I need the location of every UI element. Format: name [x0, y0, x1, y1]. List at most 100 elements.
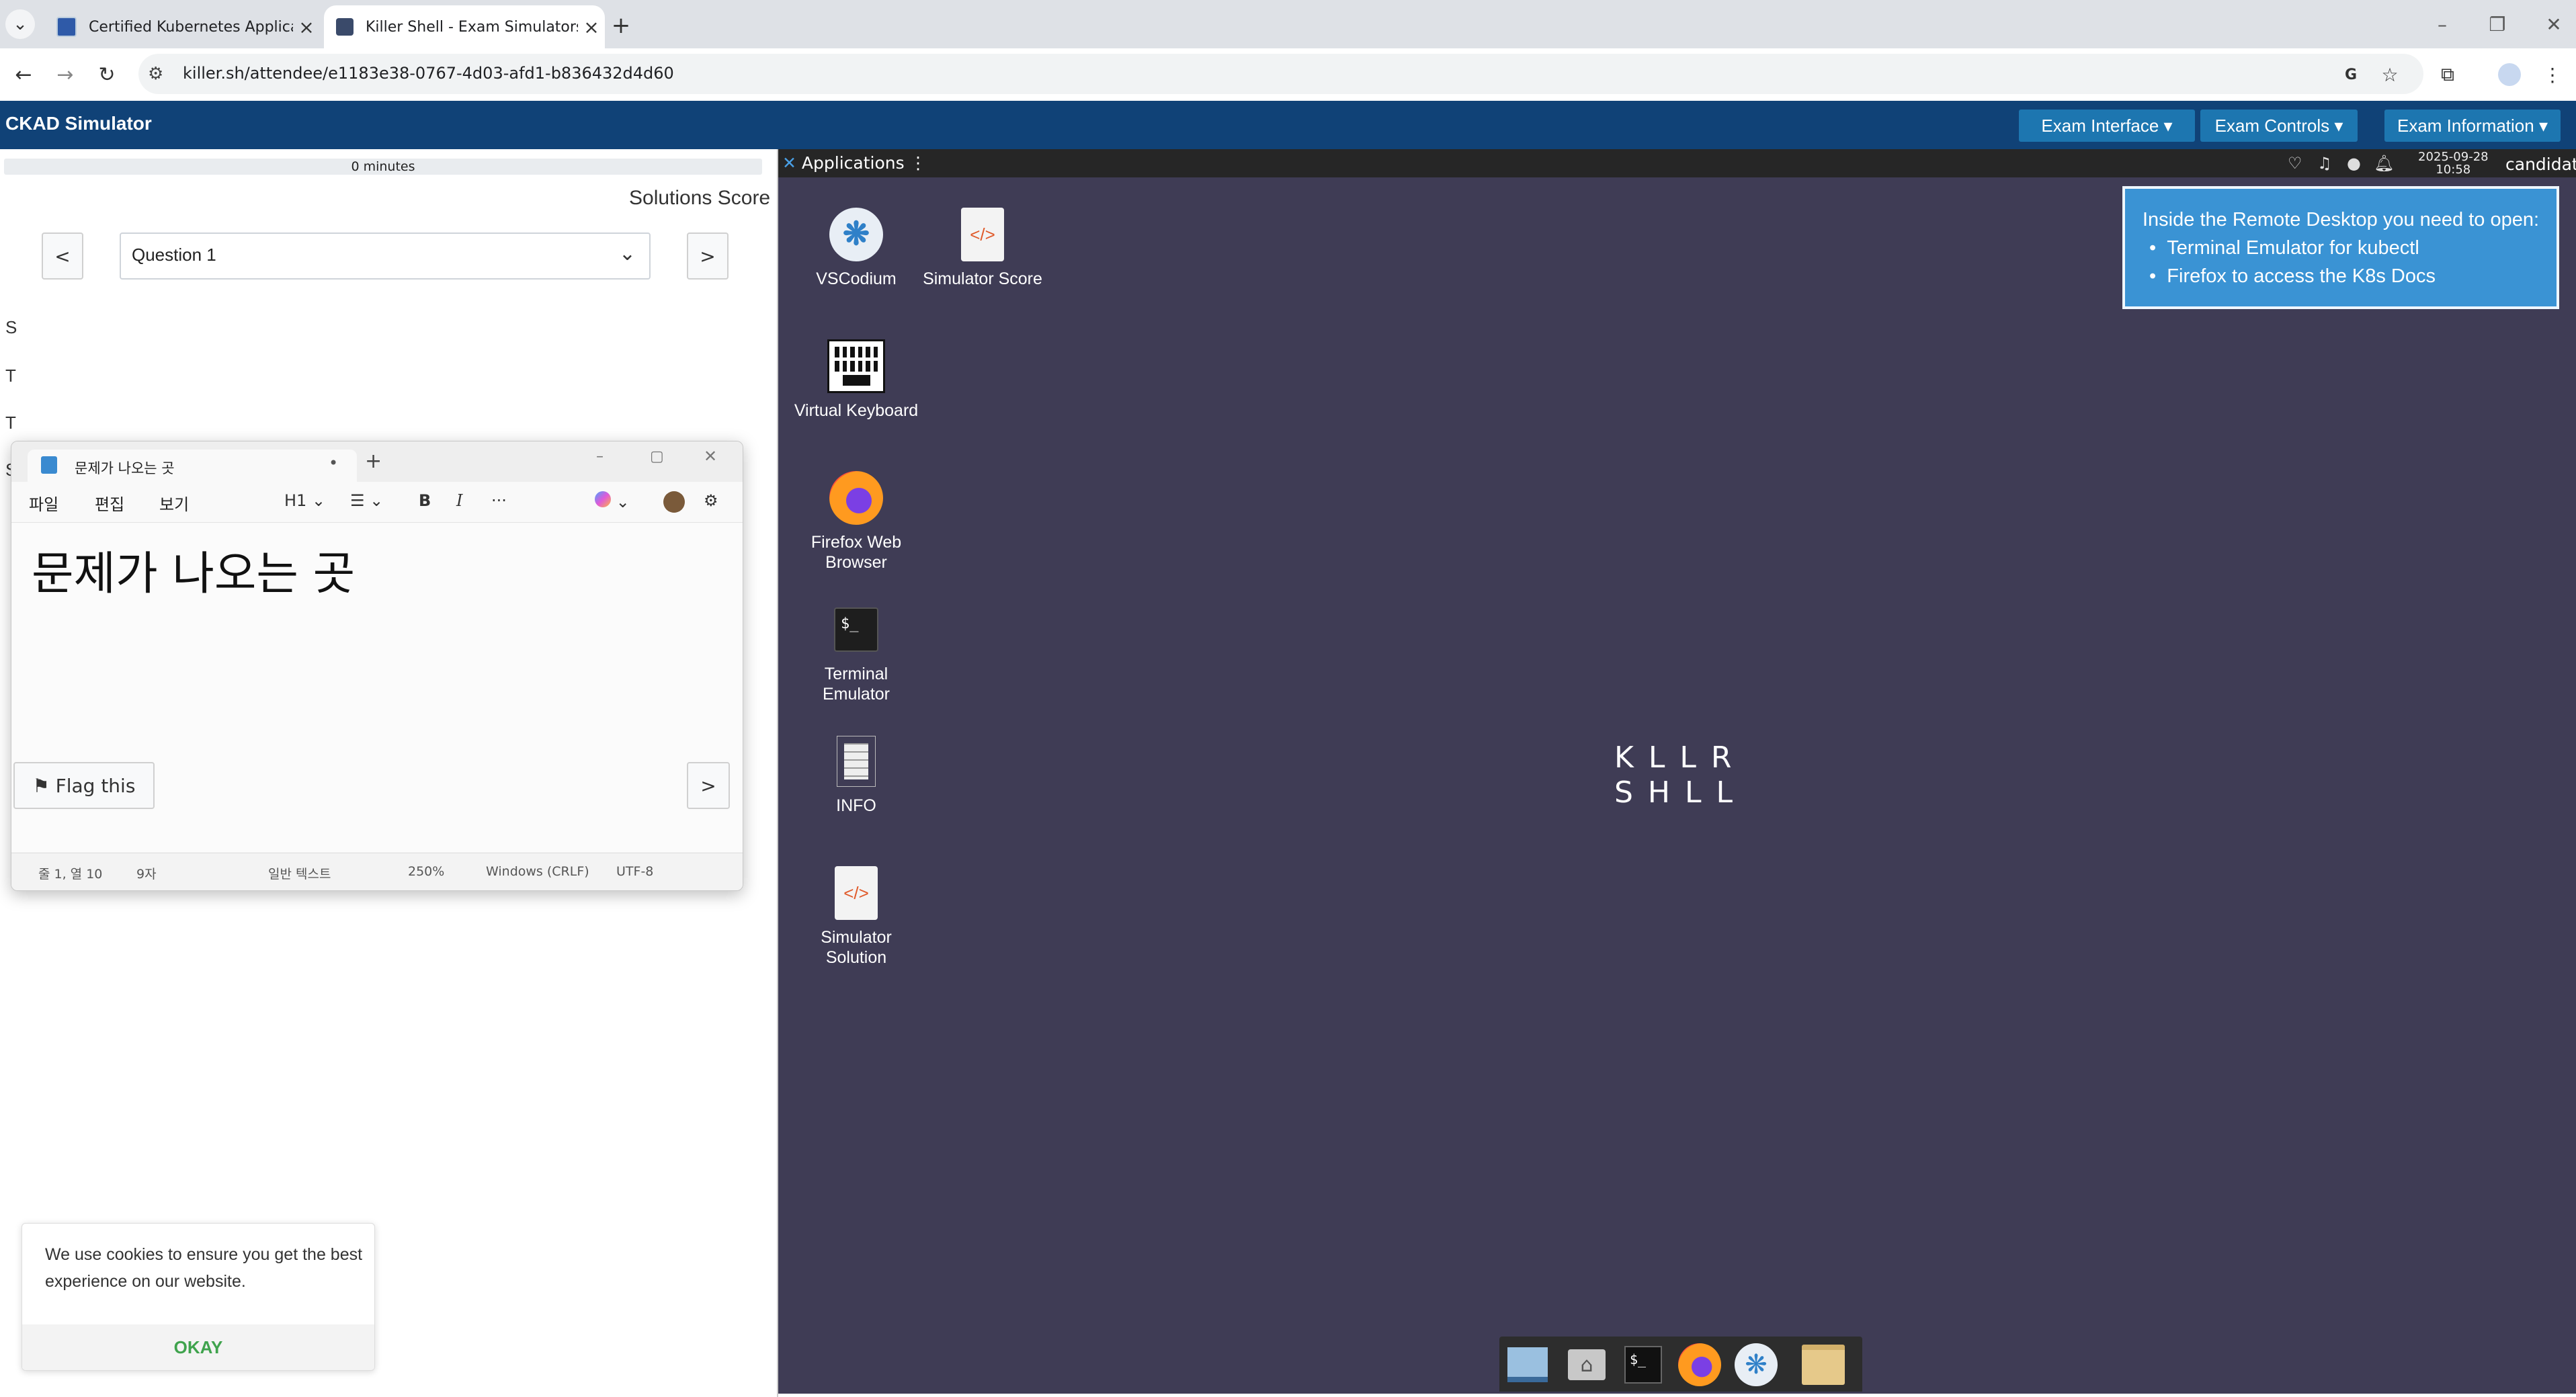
desktop-icon-label: INFO — [836, 796, 876, 815]
status-line-ending: Windows (CRLF) — [486, 864, 589, 879]
translate-button[interactable]: G — [2335, 59, 2367, 90]
question-select[interactable]: Question 1 ⌄ — [120, 232, 651, 280]
next-question-button-bottom[interactable]: > — [687, 762, 730, 809]
desktop-icon-simulator-score[interactable]: </> Simulator Score — [915, 206, 1050, 289]
panel-clock[interactable]: 2025-09-28 10:58 — [2418, 151, 2489, 176]
terminal-icon[interactable]: $_ — [1622, 1343, 1665, 1386]
more-horiz-icon: ··· — [491, 491, 507, 510]
cookie-okay-button[interactable]: OKAY — [22, 1324, 374, 1370]
more-options-button[interactable]: ··· — [491, 491, 507, 510]
prev-question-button[interactable]: < — [42, 232, 83, 280]
notifications-bell-icon[interactable]: 🔔︎ — [2374, 154, 2394, 173]
menu-edit[interactable]: 편집 — [95, 491, 124, 515]
desktop-icon-terminal[interactable]: $_ Terminal Emulator — [789, 601, 923, 704]
avatar-icon — [2498, 63, 2521, 86]
chevron-down-icon: ⌄ — [616, 493, 630, 511]
kubernetes-favicon-icon — [56, 17, 77, 37]
address-bar[interactable]: ⚙ killer.sh/attendee/e1183e38-0767-4d03-… — [138, 54, 2423, 94]
desktop-icon-info[interactable]: INFO — [789, 732, 923, 816]
clock-date: 2025-09-28 — [2418, 150, 2489, 164]
notepad-tab[interactable]: 문제가 나오는 곳 • — [28, 450, 357, 482]
desktop-icon-label: Firefox Web Browser — [811, 533, 902, 572]
forward-button[interactable]: → — [50, 59, 81, 90]
exam-controls-menu[interactable]: Exam Controls ▾ — [2200, 110, 2358, 142]
mute-icon[interactable]: ♫ — [2317, 154, 2332, 173]
bookmark-button[interactable]: ☆ — [2374, 59, 2406, 90]
maximize-icon[interactable]: ▢ — [650, 448, 664, 465]
minimize-icon: – — [2438, 13, 2447, 36]
settings-button[interactable]: ⚙ — [704, 491, 718, 510]
minimize-button[interactable]: – — [2422, 9, 2462, 39]
desktop-icon-simulator-solution[interactable]: </> Simulator Solution — [789, 864, 923, 968]
flag-question-button[interactable]: ⚑ Flag this — [13, 762, 155, 809]
updates-icon[interactable]: ● — [2347, 154, 2361, 173]
desktop-icon-virtual-keyboard[interactable]: Virtual Keyboard — [789, 337, 923, 421]
exam-interface-menu[interactable]: Exam Interface ▾ — [2019, 110, 2195, 142]
chevron-down-icon: ⌄ — [13, 14, 28, 34]
plus-icon: + — [611, 12, 631, 39]
desktop-dock: ⌂ $_ ❋ — [1499, 1337, 1862, 1392]
vscodium-icon[interactable]: ❋ — [1735, 1343, 1778, 1386]
tab-killer-shell[interactable]: Killer Shell - Exam Simulators × — [324, 5, 605, 48]
back-button[interactable]: ← — [8, 59, 39, 90]
unsaved-dot-icon[interactable]: • — [329, 454, 338, 472]
new-tab-plus-icon[interactable]: + — [365, 450, 382, 473]
reload-button[interactable]: ↻ — [91, 59, 122, 90]
avatar[interactable] — [663, 491, 685, 513]
restore-icon: ❐ — [2489, 13, 2506, 36]
site-settings-icon[interactable]: ⚙ — [148, 64, 163, 84]
profile-button[interactable] — [2493, 59, 2526, 90]
close-icon[interactable]: × — [578, 16, 605, 38]
firefox-icon[interactable] — [1678, 1343, 1721, 1386]
home-folder-icon[interactable]: ⌂ — [1565, 1343, 1608, 1386]
document-icon — [827, 732, 885, 790]
browser-menu-button[interactable]: ⋮ — [2536, 59, 2569, 90]
menu-view[interactable]: 보기 — [159, 491, 189, 515]
killer-shell-logo: KLLR SHLL — [1614, 740, 1747, 810]
italic-button[interactable]: I — [456, 491, 462, 510]
exam-information-menu[interactable]: Exam Information ▾ — [2384, 110, 2561, 142]
extensions-button[interactable]: ⧉ — [2432, 59, 2464, 90]
tab-search-button[interactable]: ⌄ — [5, 9, 35, 39]
notepad-titlebar[interactable]: 문제가 나오는 곳 • + – ▢ ✕ — [11, 441, 743, 482]
status-format: 일반 텍스트 — [268, 867, 331, 882]
italic-icon: I — [456, 491, 463, 510]
question-text-fragment: T — [5, 366, 16, 386]
close-icon[interactable]: ✕ — [704, 447, 717, 466]
menu-file[interactable]: 파일 — [29, 491, 58, 515]
desktop-top-panel: ✕ Applications ⋮ ♡ ♫ ● 🔔︎ 2025-09-28 10:… — [778, 149, 2576, 177]
copilot-button[interactable]: ⌄ — [595, 491, 630, 511]
remote-desktop-info-notice: Inside the Remote Desktop you need to op… — [2122, 186, 2559, 309]
list-style-dropdown[interactable]: ☰ ⌄ — [350, 491, 383, 510]
file-manager-icon[interactable] — [1802, 1343, 1845, 1386]
close-window-button[interactable]: ✕ — [2534, 9, 2574, 39]
heading-style-dropdown[interactable]: H1 ⌄ — [284, 491, 325, 510]
app-title: CKAD Simulator — [5, 113, 152, 134]
close-icon[interactable]: × — [293, 16, 320, 38]
remote-desktop[interactable]: ✕ Applications ⋮ ♡ ♫ ● 🔔︎ 2025-09-28 10:… — [778, 149, 2576, 1394]
bold-button[interactable]: B — [419, 491, 431, 510]
applications-menu[interactable]: ✕ Applications ⋮ — [782, 153, 927, 173]
restore-button[interactable]: ❐ — [2477, 9, 2518, 39]
tab-ckad[interactable]: Certified Kubernetes Applicati × — [44, 5, 320, 48]
bold-icon: B — [419, 491, 431, 510]
panel-username[interactable]: candidate — [2505, 155, 2576, 174]
keyboard-icon — [827, 337, 885, 395]
minimize-icon[interactable]: – — [596, 448, 604, 465]
notepad-window[interactable]: 문제가 나오는 곳 • + – ▢ ✕ 파일 편집 보기 H1 ⌄ ☰ ⌄ B … — [11, 441, 743, 891]
network-icon[interactable]: ♡ — [2288, 154, 2302, 173]
next-question-button[interactable]: > — [687, 232, 729, 280]
applications-label: Applications ⋮ — [801, 153, 927, 173]
browser-toolbar: ← → ↻ ⚙ killer.sh/attendee/e1183e38-0767… — [0, 48, 2576, 101]
solutions-score-link[interactable]: Solutions Score — [629, 187, 770, 210]
logo-line: KLLR — [1614, 740, 1747, 775]
question-text-fragment: T — [5, 413, 16, 433]
new-tab-button[interactable]: + — [605, 9, 637, 42]
desktop-icon-vscodium[interactable]: ❋ VSCodium — [789, 206, 923, 289]
question-panel: 0 minutes Solutions Score < Question 1 ⌄… — [0, 149, 778, 1397]
show-desktop-icon[interactable] — [1506, 1343, 1549, 1386]
notepad-content-heading[interactable]: 문제가 나오는 곳 — [32, 536, 355, 603]
desktop-icon-firefox[interactable]: Firefox Web Browser — [789, 469, 923, 573]
gear-icon: ⚙ — [704, 491, 718, 510]
url-text[interactable]: killer.sh/attendee/e1183e38-0767-4d03-af… — [183, 64, 674, 83]
